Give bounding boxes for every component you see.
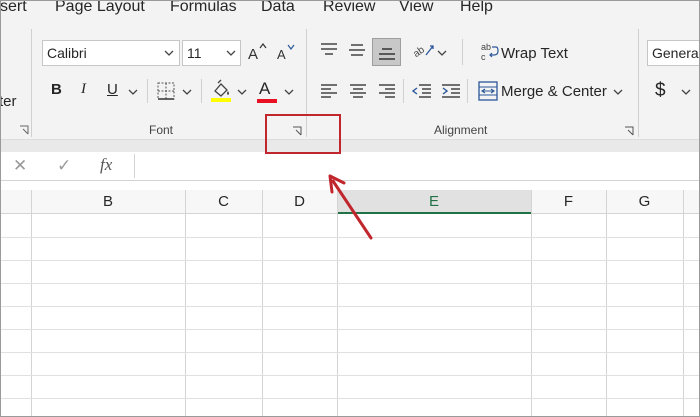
decrease-indent-icon[interactable] (412, 84, 432, 98)
borders-icon[interactable] (157, 82, 175, 100)
column-header-f[interactable]: F (531, 190, 606, 214)
decrease-font-size-button[interactable]: A (275, 40, 297, 64)
font-color-swatch (257, 99, 277, 103)
increase-font-size-button[interactable]: A (246, 40, 268, 64)
grid-column-line (606, 190, 607, 416)
borders-chevron-down-icon[interactable] (182, 89, 192, 95)
font-color-letter: A (259, 79, 271, 98)
grid-row-line (1, 375, 699, 376)
group-separator (31, 29, 32, 137)
font-size-dropdown[interactable]: 11 (182, 40, 241, 66)
separator (147, 79, 148, 103)
align-right-icon[interactable] (378, 84, 396, 98)
formula-input[interactable] (135, 153, 699, 179)
svg-text:ab: ab (481, 42, 491, 52)
grid-column-line (185, 190, 186, 416)
column-header-a[interactable] (1, 190, 31, 214)
annotation-arrow-icon (328, 174, 373, 240)
grid-row-line (1, 306, 699, 307)
font-color-button[interactable]: A (255, 78, 279, 104)
font-group-label: Font (149, 123, 174, 137)
tab-help[interactable]: Help (460, 1, 493, 16)
merge-center-button[interactable]: Merge & Center (501, 83, 607, 100)
tab-page-layout[interactable]: Page Layout (55, 1, 145, 16)
underline-chevron-down-icon[interactable] (128, 89, 138, 95)
increase-font-icon: A (248, 43, 267, 62)
annotation-highlight-box (265, 114, 341, 154)
tab-insert[interactable]: sert (1, 1, 27, 16)
ribbon-bottom-edge (1, 139, 699, 152)
cancel-entry-button[interactable]: ✕ (13, 156, 27, 176)
excel-window: sert Page Layout Formulas Data Review Vi… (0, 0, 700, 417)
orientation-icon[interactable]: ab (412, 41, 434, 59)
number-format-value: General (652, 45, 700, 61)
clipboard-cut-label: ter (0, 93, 17, 110)
bottom-align-button[interactable] (372, 38, 401, 66)
number-format-dropdown[interactable]: General (647, 40, 700, 66)
svg-text:c: c (481, 52, 486, 62)
separator (467, 79, 468, 103)
font-name-value: Calibri (47, 45, 87, 61)
separator (403, 79, 404, 103)
top-align-icon[interactable] (320, 43, 338, 57)
align-center-icon[interactable] (349, 84, 367, 98)
grid-row-line (1, 329, 699, 330)
grid-column-line (262, 190, 263, 416)
bottom-align-icon (379, 48, 395, 60)
tab-review[interactable]: Review (323, 1, 375, 16)
ribbon: ter Calibri 11 A A B I U A Font ab ab c … (0, 21, 700, 139)
svg-text:A: A (248, 46, 258, 62)
grid-column-line (531, 190, 532, 416)
confirm-entry-button[interactable]: ✓ (57, 156, 71, 176)
separator (462, 39, 463, 65)
tab-view[interactable]: View (399, 1, 433, 16)
alignment-dialog-launcher-icon[interactable] (624, 126, 634, 136)
orientation-chevron-down-icon[interactable] (437, 50, 447, 56)
accounting-chevron-down-icon[interactable] (681, 89, 691, 95)
middle-align-icon[interactable] (348, 43, 366, 57)
merge-center-icon (478, 81, 498, 101)
grid-row-line (1, 398, 699, 399)
column-header-c[interactable]: C (185, 190, 262, 214)
alignment-group-label: Alignment (434, 123, 488, 137)
accounting-format-button[interactable]: $ (655, 80, 666, 102)
underline-button[interactable]: U (107, 81, 118, 98)
merge-center-chevron-down-icon[interactable] (613, 89, 623, 95)
grid-column-line (683, 190, 684, 416)
ribbon-tab-bar: sert Page Layout Formulas Data Review Vi… (1, 1, 699, 21)
italic-button[interactable]: I (81, 81, 86, 98)
column-header-g[interactable]: G (606, 190, 683, 214)
chevron-down-icon (226, 50, 236, 56)
column-header-h[interactable] (683, 190, 699, 214)
tab-data[interactable]: Data (261, 1, 295, 16)
wrap-text-button[interactable]: Wrap Text (501, 45, 568, 62)
grid-row-line (1, 283, 699, 284)
grid-row-line (1, 352, 699, 353)
group-separator (638, 29, 639, 137)
align-left-icon[interactable] (320, 84, 338, 98)
svg-text:A: A (277, 47, 286, 62)
column-header-b[interactable]: B (31, 190, 185, 214)
chevron-down-icon (164, 50, 174, 56)
font-name-dropdown[interactable]: Calibri (42, 40, 180, 66)
grid-row-line (1, 260, 699, 261)
insert-function-button[interactable]: fx (100, 155, 112, 175)
font-color-chevron-down-icon[interactable] (284, 89, 294, 95)
svg-text:ab: ab (412, 44, 427, 59)
clipboard-dialog-launcher-icon[interactable] (19, 125, 29, 135)
separator (201, 79, 202, 103)
font-size-value: 11 (187, 45, 202, 61)
fill-color-icon[interactable] (210, 79, 232, 103)
bold-button[interactable]: B (51, 81, 62, 98)
fill-color-chevron-down-icon[interactable] (237, 89, 247, 95)
decrease-font-icon: A (277, 44, 295, 62)
wrap-text-icon: ab c (481, 42, 499, 62)
tab-formulas[interactable]: Formulas (170, 1, 237, 16)
increase-indent-icon[interactable] (441, 84, 461, 98)
grid-column-line (31, 190, 32, 416)
